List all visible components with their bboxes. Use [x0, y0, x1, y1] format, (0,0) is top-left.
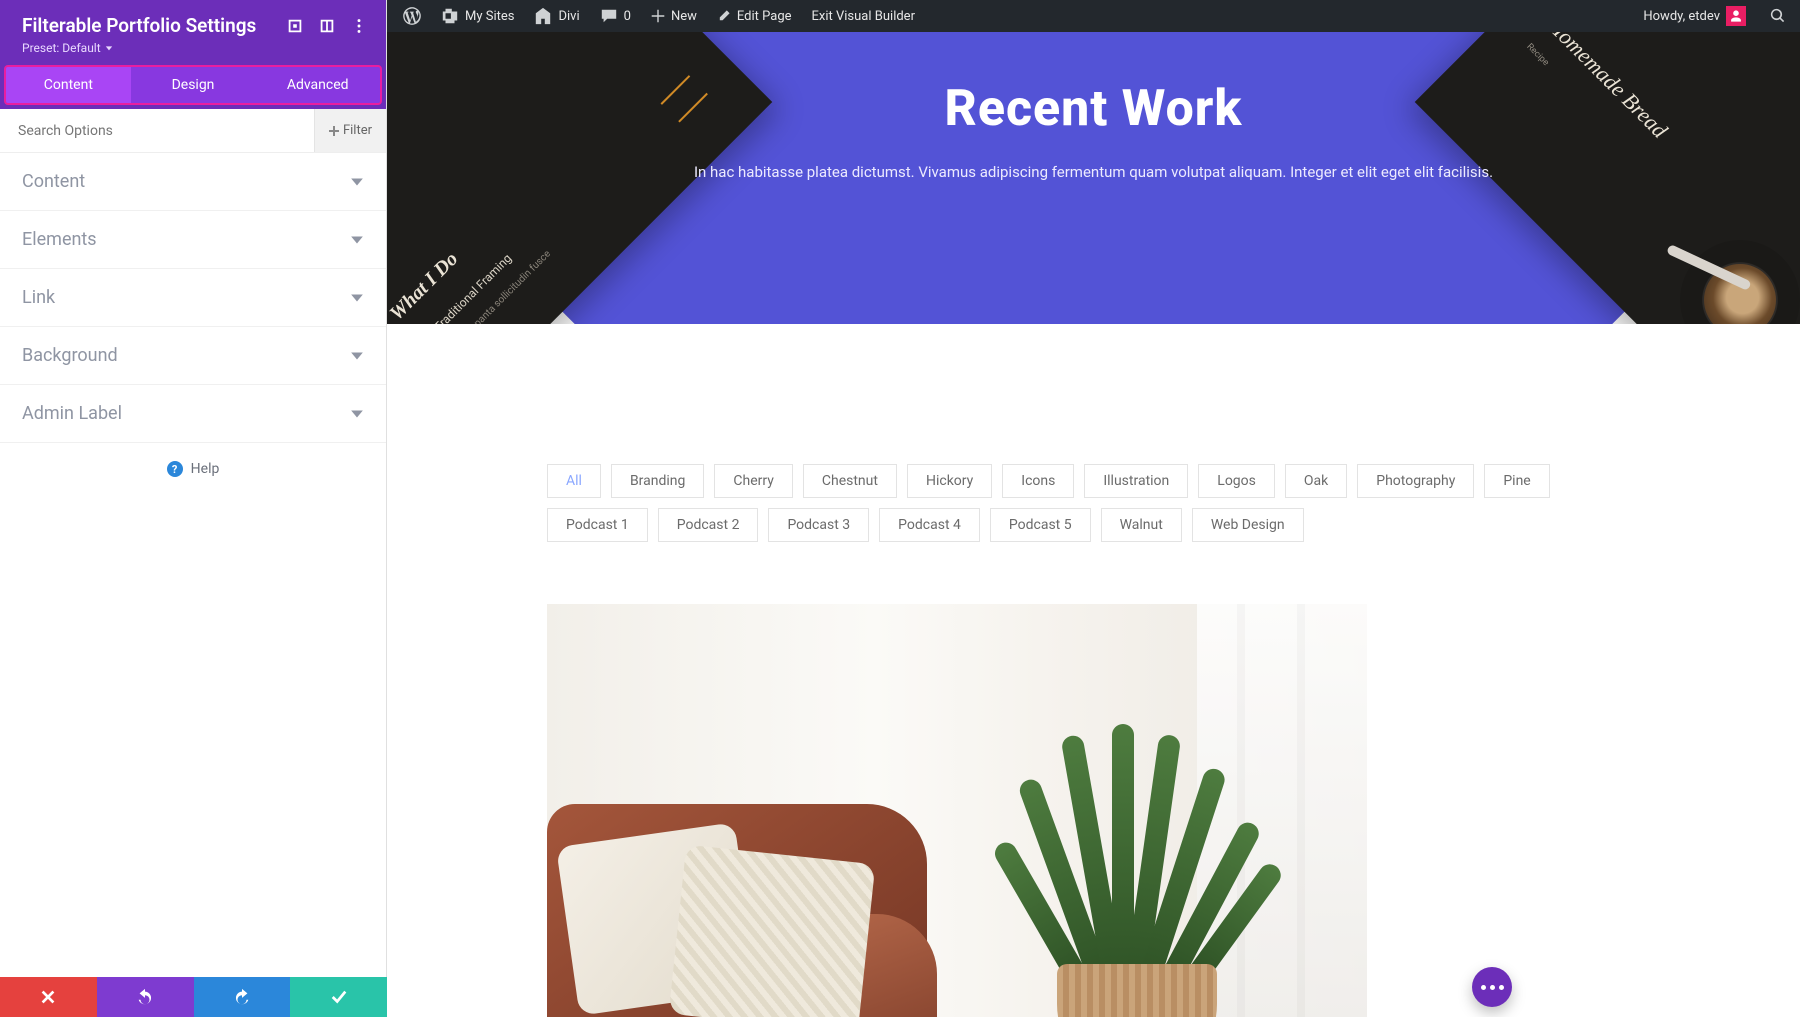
- filter-label: Filter: [343, 123, 372, 138]
- preset-label: Preset: Default: [22, 41, 101, 55]
- avatar: [1726, 6, 1746, 26]
- filter-cherry[interactable]: Cherry: [714, 464, 792, 498]
- chevron-down-icon: [350, 407, 364, 421]
- hero-section: What I Do Traditional Framing Cras a pan…: [387, 32, 1800, 324]
- edit-page-label: Edit Page: [737, 9, 792, 24]
- filter-chestnut[interactable]: Chestnut: [803, 464, 897, 498]
- responsive-icon[interactable]: [286, 17, 304, 35]
- preset-selector[interactable]: Preset: Default: [22, 41, 368, 55]
- filter-branding[interactable]: Branding: [611, 464, 704, 498]
- hero-subtitle: In hac habitasse platea dictumst. Vivamu…: [387, 160, 1800, 186]
- filter-walnut[interactable]: Walnut: [1101, 508, 1182, 542]
- filter-podcast-2[interactable]: Podcast 2: [658, 508, 759, 542]
- comments-menu[interactable]: 0: [590, 0, 641, 32]
- section-label: Link: [22, 287, 55, 308]
- filter-podcast-1[interactable]: Podcast 1: [547, 508, 648, 542]
- coffee-cup-icon: [1655, 215, 1800, 324]
- plus-icon: [329, 126, 339, 136]
- howdy-label: Howdy, etdev: [1643, 9, 1720, 24]
- my-sites-label: My Sites: [465, 9, 514, 24]
- section-background[interactable]: Background: [0, 327, 386, 385]
- settings-tabs-highlight: Content Design Advanced: [0, 65, 386, 109]
- section-label: Admin Label: [22, 403, 122, 424]
- wp-admin-bar: My Sites Divi 0 New Edit Page Exit Visua…: [387, 0, 1800, 32]
- section-link[interactable]: Link: [0, 269, 386, 327]
- exit-vb-label: Exit Visual Builder: [812, 9, 915, 24]
- tab-content[interactable]: Content: [6, 67, 131, 103]
- section-label: Elements: [22, 229, 97, 250]
- portfolio-filter-area: All Branding Cherry Chestnut Hickory Icons Ill…: [387, 324, 1800, 1017]
- filter-all[interactable]: All: [547, 464, 601, 498]
- search-icon: [1770, 8, 1786, 24]
- section-label: Background: [22, 345, 118, 366]
- section-label: Content: [22, 171, 85, 192]
- wp-logo-menu[interactable]: [393, 0, 431, 32]
- user-menu[interactable]: Howdy, etdev: [1633, 0, 1756, 32]
- sofa-illustration: [547, 764, 927, 1017]
- filter-pine[interactable]: Pine: [1484, 464, 1549, 498]
- settings-header: Filterable Portfolio Settings Preset: De…: [0, 0, 386, 65]
- hero-title: Recent Work: [387, 80, 1800, 138]
- redo-button[interactable]: [194, 977, 291, 1017]
- site-label: Divi: [558, 9, 579, 24]
- undo-button[interactable]: [97, 977, 194, 1017]
- settings-action-bar: [0, 977, 387, 1017]
- page-preview: What I Do Traditional Framing Cras a pan…: [387, 32, 1800, 1017]
- comments-count: 0: [624, 9, 631, 24]
- portfolio-filters: All Branding Cherry Chestnut Hickory Icons Ill…: [547, 464, 1640, 542]
- help-link[interactable]: ? Help: [0, 443, 386, 495]
- help-icon: ?: [167, 461, 183, 477]
- filter-podcast-4[interactable]: Podcast 4: [879, 508, 980, 542]
- close-button[interactable]: [0, 977, 97, 1017]
- site-menu[interactable]: Divi: [524, 0, 589, 32]
- filter-illustration[interactable]: Illustration: [1084, 464, 1188, 498]
- settings-panel: Filterable Portfolio Settings Preset: De…: [0, 0, 387, 1017]
- filter-podcast-3[interactable]: Podcast 3: [768, 508, 869, 542]
- help-label: Help: [191, 461, 220, 477]
- plant-illustration: [1017, 724, 1257, 1017]
- edit-page-link[interactable]: Edit Page: [707, 0, 802, 32]
- filter-logos[interactable]: Logos: [1198, 464, 1275, 498]
- settings-title: Filterable Portfolio Settings: [22, 14, 286, 37]
- module-options-button[interactable]: [1472, 967, 1512, 1007]
- corner-right-recipe: Recipe: [1524, 42, 1550, 68]
- tab-advanced[interactable]: Advanced: [255, 67, 380, 103]
- my-sites-menu[interactable]: My Sites: [431, 0, 524, 32]
- settings-accordion: Content Elements Link Background Admin L…: [0, 153, 386, 443]
- kebab-menu-icon[interactable]: [350, 17, 368, 35]
- chevron-down-icon: [350, 233, 364, 247]
- new-menu[interactable]: New: [641, 0, 707, 32]
- settings-filter-button[interactable]: Filter: [314, 109, 386, 152]
- filter-icons[interactable]: Icons: [1002, 464, 1074, 498]
- section-elements[interactable]: Elements: [0, 211, 386, 269]
- filter-podcast-5[interactable]: Podcast 5: [990, 508, 1091, 542]
- search-toggle[interactable]: [1764, 0, 1792, 32]
- filter-photography[interactable]: Photography: [1357, 464, 1474, 498]
- section-admin-label[interactable]: Admin Label: [0, 385, 386, 443]
- apply-button[interactable]: [290, 977, 387, 1017]
- portfolio-item-image[interactable]: [547, 604, 1367, 1017]
- caret-down-icon: [105, 44, 113, 52]
- tab-design[interactable]: Design: [131, 67, 256, 103]
- filter-web-design[interactable]: Web Design: [1192, 508, 1304, 542]
- chevron-down-icon: [350, 175, 364, 189]
- settings-search-input[interactable]: [0, 123, 314, 139]
- filter-oak[interactable]: Oak: [1285, 464, 1347, 498]
- section-content[interactable]: Content: [0, 153, 386, 211]
- settings-tabs: Content Design Advanced: [4, 65, 382, 105]
- new-label: New: [671, 9, 697, 24]
- filter-hickory[interactable]: Hickory: [907, 464, 992, 498]
- dock-icon[interactable]: [318, 17, 336, 35]
- exit-visual-builder-link[interactable]: Exit Visual Builder: [802, 0, 925, 32]
- chevron-down-icon: [350, 291, 364, 305]
- chevron-down-icon: [350, 349, 364, 363]
- settings-search-row: Filter: [0, 109, 386, 153]
